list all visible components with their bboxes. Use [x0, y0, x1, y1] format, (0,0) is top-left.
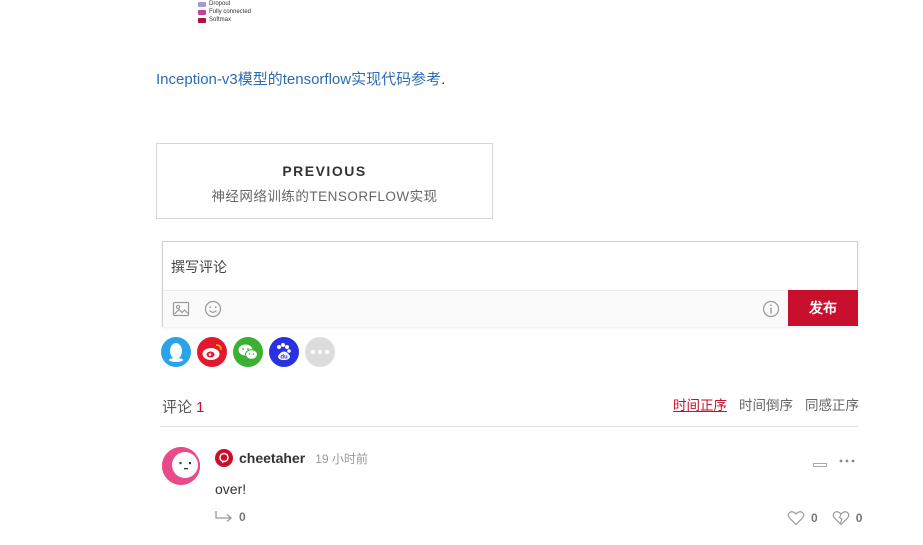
wechat-icon[interactable]: [233, 337, 263, 367]
weibo-icon[interactable]: [197, 337, 227, 367]
dislike-button[interactable]: 0: [832, 510, 863, 526]
comments-divider: [160, 426, 858, 427]
baidu-icon[interactable]: du: [269, 337, 299, 367]
collapse-icon[interactable]: [813, 454, 827, 467]
info-icon[interactable]: [762, 300, 780, 318]
reference-period: .: [441, 71, 446, 88]
reaction-bar: 0 0: [787, 510, 862, 526]
emoji-icon[interactable]: [204, 300, 222, 318]
previous-post-link[interactable]: PREVIOUS 神经网络训练的TENSORFLOW实现: [156, 143, 493, 219]
comment-toolbar: 发布: [163, 290, 858, 327]
legend-item-dropout: Dropout: [198, 0, 251, 8]
more-share-icon[interactable]: [305, 337, 335, 367]
more-options-icon[interactable]: [838, 452, 856, 463]
image-icon[interactable]: [172, 300, 190, 318]
figure-legend: Dropout Fully connected Softmax: [198, 0, 251, 24]
broken-heart-icon: [832, 511, 850, 526]
share-bar: du: [161, 337, 335, 367]
previous-post-title: 神经网络训练的TENSORFLOW实现: [211, 189, 438, 204]
dislike-count: 0: [855, 511, 863, 525]
sort-agree[interactable]: 同感正序: [805, 394, 859, 414]
comment-username[interactable]: cheetaher: [239, 450, 305, 466]
avatar[interactable]: [162, 447, 200, 485]
qq-icon[interactable]: [161, 337, 191, 367]
reference-paragraph: Inception-v3模型的tensorflow实现代码参考.: [156, 68, 445, 89]
legend-swatch: [198, 1, 206, 7]
sort-tabs: 时间正序 时间倒序 同感正序: [673, 394, 859, 414]
comments-count: 1: [196, 399, 205, 416]
comment-body: over!: [215, 481, 247, 497]
reply-button[interactable]: 0: [215, 510, 246, 524]
legend-label: Dropout: [209, 1, 231, 7]
legend-swatch: [198, 17, 206, 23]
legend-swatch: [198, 9, 206, 15]
comment-author-row: cheetaher 19 小时前: [215, 449, 368, 467]
comment-input[interactable]: [163, 242, 857, 291]
legend-item-softmax: Softmax: [198, 16, 251, 24]
user-badge-icon: [215, 449, 233, 467]
sort-time-desc[interactable]: 时间倒序: [739, 394, 793, 414]
reference-link[interactable]: Inception-v3模型的tensorflow实现代码参考: [156, 71, 441, 88]
like-count: 0: [811, 511, 818, 525]
comments-label: 评论: [162, 399, 193, 416]
sort-time-asc[interactable]: 时间正序: [673, 394, 727, 414]
reply-icon: [215, 511, 232, 522]
comments-heading: 评论 1: [162, 396, 204, 417]
heart-icon: [787, 511, 805, 526]
legend-label: Softmax: [209, 17, 232, 23]
legend-label: Fully connected: [209, 9, 252, 15]
publish-button[interactable]: 发布: [788, 290, 858, 326]
comment-box: 发布: [162, 241, 858, 327]
like-button[interactable]: 0: [787, 510, 818, 526]
svg-text:du: du: [280, 355, 288, 361]
reply-count: 0: [239, 510, 246, 524]
previous-heading: PREVIOUS: [282, 163, 367, 179]
comment-timestamp: 19 小时前: [315, 451, 368, 466]
legend-item-fully-connected: Fully connected: [198, 8, 251, 16]
